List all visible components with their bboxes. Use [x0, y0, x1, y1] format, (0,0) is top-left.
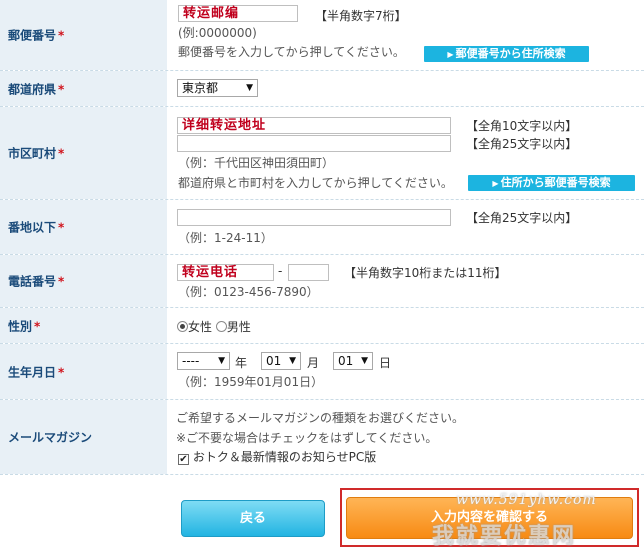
magazine-option: ✔ おトク＆最新情報のお知らせPC版: [178, 448, 376, 465]
magazine-checkbox[interactable]: ✔: [178, 454, 189, 465]
postal-hint: 郵便番号を入力してから押してください。: [178, 45, 405, 59]
required-mark: *: [58, 146, 65, 161]
address-example: （例：1-24-11）: [178, 231, 273, 245]
postal-lookup-label: 郵便番号から住所検索: [455, 47, 566, 60]
city-field-cell: 详细转运地址 【全角10文字以内】 【全角25文字以内】 （例：千代田区神田須田…: [167, 107, 644, 199]
birthday-label: 生年月日 *: [8, 365, 65, 379]
triangle-right-icon: ▶: [447, 50, 454, 59]
birth-day-select[interactable]: 01 ▼: [333, 352, 373, 370]
address-label-cell: 番地以下 *: [0, 200, 167, 254]
address-length-note: 【全角25文字以内】: [466, 211, 578, 225]
female-radio[interactable]: [177, 321, 188, 332]
postal-label: 郵便番号 *: [8, 28, 65, 43]
address-to-postal-button[interactable]: ▶ 住所から郵便番号検索: [468, 175, 635, 191]
male-label[interactable]: 男性: [227, 320, 251, 334]
postal-to-address-button[interactable]: ▶ 郵便番号から住所検索: [424, 46, 589, 62]
address-row: 番地以下 * 【全角25文字以内】 （例：1-24-11）: [0, 200, 644, 255]
birth-year-select[interactable]: ---- ▼: [177, 352, 230, 370]
address-input[interactable]: [177, 209, 451, 226]
town-input[interactable]: [177, 135, 451, 152]
gender-row: 性別 * 女性 男性: [0, 308, 644, 344]
prefecture-field-cell: 東京都 ▼: [167, 71, 644, 106]
year-label: 年: [235, 356, 248, 370]
gender-options: 女性 男性: [177, 318, 251, 335]
gender-field-cell: 女性 男性: [167, 308, 644, 343]
birthday-row: 生年月日 * ---- ▼ 年 01 ▼ 月 01 ▼ 日 （例：1959年01月01日…: [0, 344, 644, 400]
triangle-right-icon: ▶: [492, 179, 499, 188]
gender-label-cell: 性別 *: [0, 308, 167, 343]
day-label: 日: [379, 356, 392, 370]
city-row: 市区町村 * 详细转运地址 【全角10文字以内】 【全角25文字以内】 （例：千代…: [0, 107, 644, 200]
magazine-instruction: ご希望するメールマガジンの種類をお選びください。: [176, 411, 465, 425]
prefecture-label-cell: 都道府県 *: [0, 71, 167, 106]
dropdown-arrow-icon: ▼: [289, 356, 296, 366]
prefecture-select[interactable]: 東京都 ▼: [177, 79, 258, 97]
phone-format-note: 【半角数字10桁または11桁】: [344, 266, 507, 280]
birth-year-value: ----: [182, 354, 200, 368]
prefecture-label: 都道府県 *: [8, 82, 65, 96]
phone-row: 電話番号 * 转运电话 - 【半角数字10桁または11桁】 （例：0123-456…: [0, 255, 644, 308]
birthday-label-cell: 生年月日 *: [0, 344, 167, 399]
address-lookup-label: 住所から郵便番号検索: [500, 176, 611, 189]
city-input[interactable]: 详细转运地址: [177, 117, 451, 134]
address-field-cell: 【全角25文字以内】 （例：1-24-11）: [167, 200, 644, 254]
gender-label: 性別 *: [8, 319, 41, 333]
dropdown-arrow-icon: ▼: [361, 356, 368, 366]
postal-row: 郵便番号 * 转运邮编 【半角数字7桁】 (例:0000000) 郵便番号を入力し…: [0, 0, 644, 71]
magazine-checkbox-label[interactable]: おトク＆最新情報のお知らせPC版: [193, 450, 376, 464]
watermark-text: 我就要优惠网: [432, 524, 577, 549]
required-mark: *: [58, 28, 65, 43]
required-mark: *: [34, 319, 41, 333]
birth-month-value: 01: [266, 354, 282, 368]
phone-example: （例：0123-456-7890）: [178, 285, 319, 299]
address-label: 番地以下 *: [8, 220, 65, 235]
back-button[interactable]: 戻る: [181, 500, 325, 537]
city-label-cell: 市区町村 *: [0, 107, 167, 199]
postal-example: (例:0000000): [178, 26, 257, 40]
phone-input-1[interactable]: 转运电话: [177, 264, 274, 281]
postal-label-cell: 郵便番号 *: [0, 0, 167, 70]
prefecture-selected-value: 東京都: [182, 81, 219, 95]
magazine-label: メールマガジン: [8, 430, 93, 445]
birth-day-value: 01: [338, 354, 354, 368]
postal-field-cell: 转运邮编 【半角数字7桁】 (例:0000000) 郵便番号を入力してから押して…: [167, 0, 644, 70]
magazine-row: メールマガジン ご希望するメールマガジンの種類をお選びください。 ※ご不要な場合…: [0, 400, 644, 475]
dropdown-arrow-icon: ▼: [246, 83, 253, 93]
prefecture-row: 都道府県 * 東京都 ▼: [0, 71, 644, 107]
city-hint: 都道府県と市町村を入力してから押してください。: [178, 176, 453, 190]
female-label[interactable]: 女性: [188, 320, 212, 334]
birthday-field-cell: ---- ▼ 年 01 ▼ 月 01 ▼ 日 （例：1959年01月01日）: [167, 344, 644, 399]
phone-input-2[interactable]: [288, 264, 329, 281]
required-mark: *: [58, 365, 65, 379]
city-label: 市区町村 *: [8, 146, 65, 161]
month-label: 月: [307, 356, 320, 370]
male-radio[interactable]: [215, 321, 227, 332]
postal-format-note: 【半角数字7桁】: [315, 9, 407, 23]
birth-month-select[interactable]: 01 ▼: [261, 352, 301, 370]
phone-label: 電話番号 *: [8, 274, 65, 289]
dropdown-arrow-icon: ▼: [218, 356, 225, 366]
postal-code-input[interactable]: 转运邮编: [178, 5, 298, 22]
magazine-field-cell: ご希望するメールマガジンの種類をお選びください。 ※ご不要な場合はチェックをはず…: [167, 400, 644, 474]
magazine-uncheck-note: ※ご不要な場合はチェックをはずしてください。: [176, 431, 438, 445]
phone-field-cell: 转运电话 - 【半角数字10桁または11桁】 （例：0123-456-7890）: [167, 255, 644, 307]
birthday-example: （例：1959年01月01日）: [178, 375, 324, 389]
phone-separator: -: [278, 264, 283, 278]
magazine-label-cell: メールマガジン: [0, 400, 167, 474]
watermark-url: www.591yhw.com: [456, 492, 597, 508]
town-length-note: 【全角25文字以内】: [466, 137, 578, 151]
required-mark: *: [58, 220, 65, 235]
required-mark: *: [58, 82, 65, 96]
city-length-note: 【全角10文字以内】: [466, 119, 578, 133]
phone-label-cell: 電話番号 *: [0, 255, 167, 307]
required-mark: *: [58, 274, 65, 289]
city-example: （例：千代田区神田須田町）: [178, 156, 335, 170]
